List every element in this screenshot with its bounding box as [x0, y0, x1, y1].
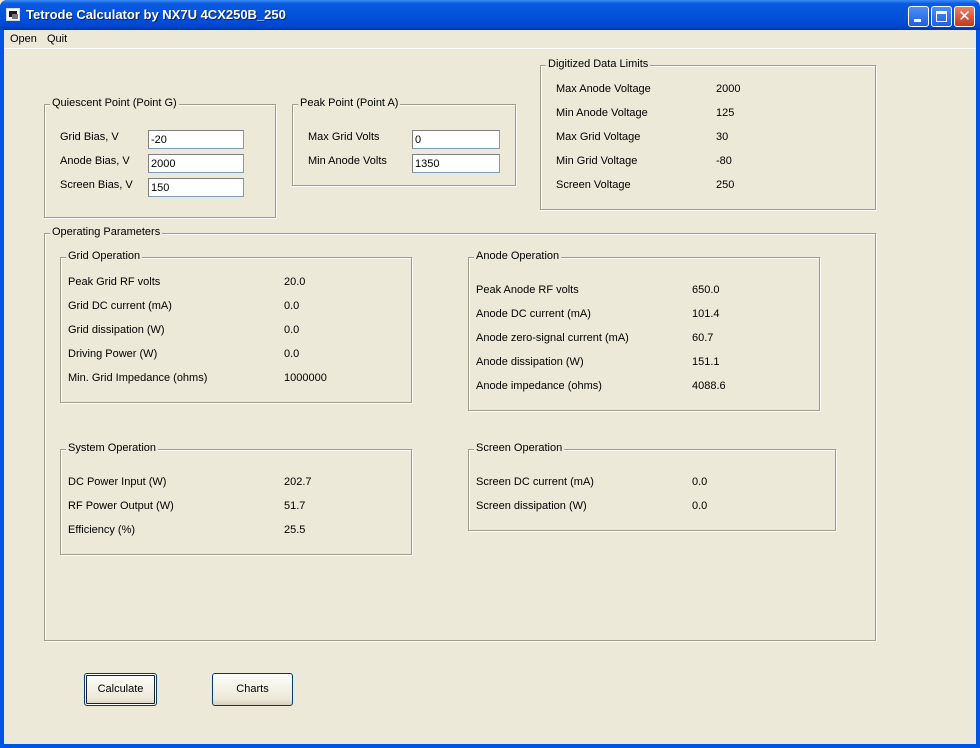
operating-parameters-group: Operating Parameters Grid Operation Peak…	[44, 226, 876, 641]
limit-label: Max Grid Voltage	[556, 131, 641, 143]
limit-label: Min Grid Voltage	[556, 155, 638, 167]
quiescent-point-group: Quiescent Point (Point G) Grid Bias, V -…	[44, 97, 276, 218]
anode-operation-title: Anode Operation	[474, 250, 562, 262]
window-title: Tetrode Calculator by NX7U 4CX250B_250	[26, 7, 286, 22]
screen-operation-group: Screen Operation Screen DC current (mA) …	[468, 442, 836, 531]
param-value: 1000000	[284, 372, 327, 384]
param-value: 51.7	[284, 500, 306, 512]
limit-label: Min Anode Voltage	[556, 107, 648, 119]
quiescent-point-title: Quiescent Point (Point G)	[50, 97, 179, 109]
param-value: 60.7	[692, 332, 714, 344]
param-label: Anode zero-signal current (mA)	[476, 332, 629, 344]
param-value: 0.0	[692, 476, 708, 488]
min-anode-volts-input[interactable]: 1350	[412, 154, 500, 173]
max-grid-volts-label: Max Grid Volts	[308, 131, 380, 143]
grid-bias-label: Grid Bias, V	[60, 131, 119, 143]
param-value: 20.0	[284, 276, 306, 288]
param-value: 4088.6	[692, 380, 726, 392]
menu-bar: Open Quit	[4, 30, 976, 49]
peak-point-group: Peak Point (Point A) Max Grid Volts 0 Mi…	[292, 97, 516, 186]
limit-label: Max Anode Voltage	[556, 83, 651, 95]
param-label: Efficiency (%)	[68, 524, 136, 536]
param-value: 101.4	[692, 308, 720, 320]
screen-bias-input[interactable]: 150	[148, 178, 244, 197]
grid-operation-group: Grid Operation Peak Grid RF volts 20.0 G…	[60, 250, 412, 403]
system-operation-title: System Operation	[66, 442, 159, 454]
param-value: 0.0	[284, 324, 300, 336]
param-label: Driving Power (W)	[68, 348, 158, 360]
limit-value: 30	[716, 131, 729, 143]
client-area: Open Quit Quiescent Point (Point G) Grid…	[4, 30, 976, 744]
app-window: Tetrode Calculator by NX7U 4CX250B_250 ✕…	[0, 0, 980, 748]
charts-button[interactable]: Charts	[212, 673, 293, 706]
menu-open[interactable]: Open	[8, 33, 39, 45]
param-label: RF Power Output (W)	[68, 500, 174, 512]
menu-quit[interactable]: Quit	[45, 33, 69, 45]
anode-bias-label: Anode Bias, V	[60, 155, 130, 167]
anode-bias-input[interactable]: 2000	[148, 154, 244, 173]
param-label: Peak Grid RF volts	[68, 276, 161, 288]
param-label: Peak Anode RF volts	[476, 284, 579, 296]
minimize-icon	[914, 19, 921, 22]
param-value: 650.0	[692, 284, 720, 296]
limit-value: -80	[716, 155, 732, 167]
app-icon[interactable]	[6, 8, 20, 21]
grid-bias-input[interactable]: -20	[148, 130, 244, 149]
limit-value: 2000	[716, 83, 741, 95]
minimize-button[interactable]	[908, 6, 929, 27]
param-value: 202.7	[284, 476, 312, 488]
param-label: DC Power Input (W)	[68, 476, 167, 488]
operating-parameters-title: Operating Parameters	[50, 226, 163, 238]
limit-value: 250	[716, 179, 735, 191]
screen-operation-title: Screen Operation	[474, 442, 565, 454]
title-bar[interactable]: Tetrode Calculator by NX7U 4CX250B_250 ✕	[0, 0, 980, 30]
param-value: 151.1	[692, 356, 720, 368]
param-label: Grid DC current (mA)	[68, 300, 172, 312]
data-limits-title: Digitized Data Limits	[546, 58, 651, 70]
limit-value: 125	[716, 107, 735, 119]
data-limits-group: Digitized Data Limits Max Anode Voltage …	[540, 58, 876, 210]
system-operation-group: System Operation DC Power Input (W) 202.…	[60, 442, 412, 555]
min-anode-volts-label: Min Anode Volts	[308, 155, 387, 167]
limit-label: Screen Voltage	[556, 179, 631, 191]
screen-bias-label: Screen Bias, V	[60, 179, 133, 191]
param-label: Anode dissipation (W)	[476, 356, 584, 368]
param-label: Min. Grid Impedance (ohms)	[68, 372, 208, 384]
param-value: 0.0	[692, 500, 708, 512]
maximize-button[interactable]	[931, 6, 952, 27]
maximize-icon	[936, 11, 947, 22]
param-label: Anode DC current (mA)	[476, 308, 591, 320]
param-label: Screen DC current (mA)	[476, 476, 594, 488]
close-icon: ✕	[958, 8, 971, 25]
calculate-button[interactable]: Calculate	[84, 673, 157, 706]
param-value: 25.5	[284, 524, 306, 536]
param-label: Grid dissipation (W)	[68, 324, 165, 336]
peak-point-title: Peak Point (Point A)	[298, 97, 401, 109]
param-value: 0.0	[284, 300, 300, 312]
max-grid-volts-input[interactable]: 0	[412, 130, 500, 149]
grid-operation-title: Grid Operation	[66, 250, 143, 262]
anode-operation-group: Anode Operation Peak Anode RF volts 650.…	[468, 250, 820, 411]
param-label: Anode impedance (ohms)	[476, 380, 602, 392]
close-button[interactable]: ✕	[954, 6, 975, 27]
param-label: Screen dissipation (W)	[476, 500, 587, 512]
param-value: 0.0	[284, 348, 300, 360]
